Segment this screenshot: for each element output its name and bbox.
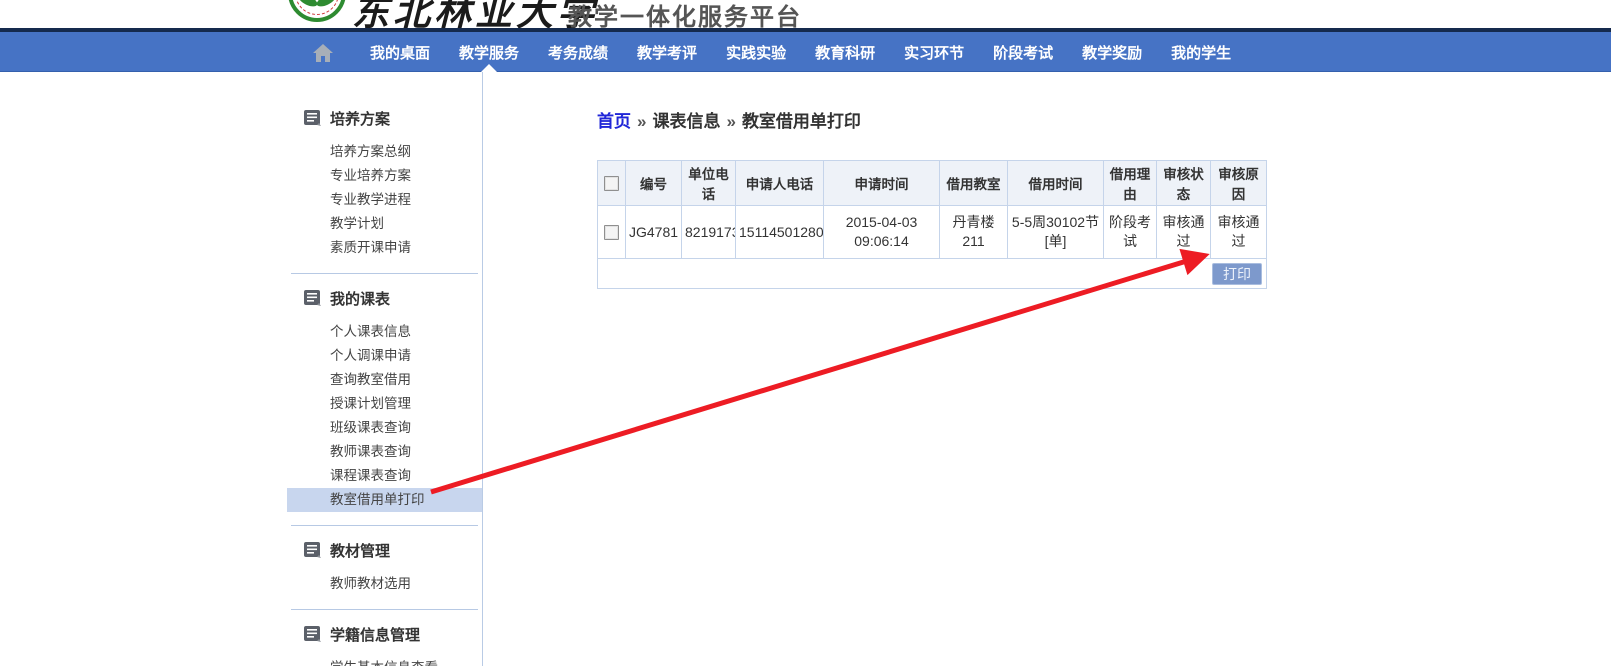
sidebar: 培养方案 培养方案总纲 专业培养方案 专业教学进程 教学计划 素质开课申请 我的…: [287, 72, 482, 666]
sidebar-item-training-plan-outline[interactable]: 培养方案总纲: [287, 140, 482, 164]
sidebar-item-quality-course-application[interactable]: 素质开课申请: [287, 236, 482, 260]
notes-icon: [304, 542, 321, 558]
cell-reason: 阶段考 试: [1104, 206, 1157, 259]
nav-item-my-students[interactable]: 我的学生: [1171, 42, 1231, 63]
row-checkbox[interactable]: [604, 225, 619, 240]
sidebar-section-title: 我的课表: [330, 288, 390, 309]
col-header-apply-time: 申请时间: [824, 161, 940, 206]
home-icon[interactable]: [311, 41, 335, 65]
sidebar-item-class-timetable-query[interactable]: 班级课表查询: [287, 416, 482, 440]
table-footer-cell: 打印: [598, 259, 1267, 289]
nav-item-education-research[interactable]: 教育科研: [815, 42, 875, 63]
col-header-applicant-phone: 申请人电话: [736, 161, 824, 206]
cell-id: JG4781: [626, 206, 682, 259]
sidebar-item-teaching-plan[interactable]: 教学计划: [287, 212, 482, 236]
col-header-unit-phone: 单位电话: [682, 161, 736, 206]
nav-item-internship[interactable]: 实习环节: [904, 42, 964, 63]
cell-review-reason: 审核通 过: [1211, 206, 1267, 259]
breadcrumb-separator: »: [637, 112, 646, 131]
cell-status: 审核通 过: [1157, 206, 1211, 259]
cell-applicant-phone: 15114501280: [736, 206, 824, 259]
sidebar-section-textbook-management: 教材管理: [287, 538, 482, 562]
borrow-table: 编号 单位电话 申请人电话 申请时间 借用教室 借用时间 借用理由 审核状态 审…: [597, 160, 1267, 289]
breadcrumb: 首页 » 课表信息 » 教室借用单打印: [597, 107, 861, 132]
sidebar-item-course-timetable-query[interactable]: 课程课表查询: [287, 464, 482, 488]
cell-unit-phone: 82191736: [682, 206, 736, 259]
university-logo-icon: [288, 0, 346, 22]
row-select-cell: [598, 206, 626, 259]
main-nav: 我的桌面 教学服务 考务成绩 教学考评 实践实验 教育科研 实习环节 阶段考试 …: [0, 28, 1611, 72]
sidebar-section-my-timetable: 我的课表: [287, 286, 482, 310]
col-header-id: 编号: [626, 161, 682, 206]
sidebar-divider: [291, 273, 478, 274]
table-header-row: 编号 单位电话 申请人电话 申请时间 借用教室 借用时间 借用理由 审核状态 审…: [598, 161, 1267, 206]
breadcrumb-item-current: 教室借用单打印: [742, 112, 861, 131]
nav-item-my-desktop[interactable]: 我的桌面: [370, 42, 430, 63]
brand-header: 东北林业大学 教学一体化服务平台: [0, 0, 1611, 28]
nav-item-teaching-evaluation[interactable]: 教学考评: [637, 42, 697, 63]
col-header-status: 审核状态: [1157, 161, 1211, 206]
breadcrumb-separator: »: [726, 112, 735, 131]
sidebar-item-student-basic-info-view[interactable]: 学生基本信息查看: [287, 656, 482, 666]
col-header-room: 借用教室: [940, 161, 1008, 206]
notes-icon: [304, 626, 321, 642]
sidebar-right-border: [482, 72, 483, 666]
sidebar-item-query-classroom-borrow[interactable]: 查询教室借用: [287, 368, 482, 392]
cell-room: 丹青楼 211: [940, 206, 1008, 259]
sidebar-item-major-teaching-process[interactable]: 专业教学进程: [287, 188, 482, 212]
nav-active-indicator: [481, 64, 497, 72]
sidebar-item-major-training-plan[interactable]: 专业培养方案: [287, 164, 482, 188]
cell-borrow-time: 5-5周30102节 [单]: [1008, 206, 1104, 259]
col-header-reason: 借用理由: [1104, 161, 1157, 206]
col-header-review-reason: 审核原因: [1211, 161, 1267, 206]
notes-icon: [304, 110, 321, 126]
breadcrumb-item: 课表信息: [652, 112, 720, 131]
nav-item-stage-exams[interactable]: 阶段考试: [993, 42, 1053, 63]
nav-items: 我的桌面 教学服务 考务成绩 教学考评 实践实验 教育科研 实习环节 阶段考试 …: [370, 32, 1231, 72]
sidebar-divider: [291, 609, 478, 610]
breadcrumb-home-link[interactable]: 首页: [597, 112, 631, 131]
nav-item-practice-experiments[interactable]: 实践实验: [726, 42, 786, 63]
sidebar-section-title: 学籍信息管理: [330, 624, 420, 645]
col-header-borrow-time: 借用时间: [1008, 161, 1104, 206]
nav-item-exam-scores[interactable]: 考务成绩: [548, 42, 608, 63]
table-footer-row: 打印: [598, 259, 1267, 289]
nav-item-teaching-services[interactable]: 教学服务: [459, 42, 519, 63]
annotation-arrow: [0, 0, 1611, 666]
sidebar-item-personal-timetable-info[interactable]: 个人课表信息: [287, 320, 482, 344]
sidebar-divider: [291, 525, 478, 526]
sidebar-item-personal-course-adjustment[interactable]: 个人调课申请: [287, 344, 482, 368]
table-row: JG4781 82191736 15114501280 2015-04-03 0…: [598, 206, 1267, 259]
sidebar-section-title: 培养方案: [330, 108, 390, 129]
print-button[interactable]: 打印: [1212, 263, 1262, 285]
sidebar-section-title: 教材管理: [330, 540, 390, 561]
select-all-cell: [598, 161, 626, 206]
sidebar-item-teacher-textbook-selection[interactable]: 教师教材选用: [287, 572, 482, 596]
select-all-checkbox[interactable]: [604, 176, 619, 191]
notes-icon: [304, 290, 321, 306]
sidebar-item-teaching-plan-management[interactable]: 授课计划管理: [287, 392, 482, 416]
sidebar-section-training-plan: 培养方案: [287, 106, 482, 130]
sidebar-section-student-records: 学籍信息管理: [287, 622, 482, 646]
page: 东北林业大学 教学一体化服务平台 我的桌面 教学服务 考务成绩 教学考评 实践实…: [0, 0, 1611, 666]
sidebar-item-classroom-borrow-print[interactable]: 教室借用单打印: [287, 488, 482, 512]
sidebar-item-teacher-timetable-query[interactable]: 教师课表查询: [287, 440, 482, 464]
cell-apply-time: 2015-04-03 09:06:14: [824, 206, 940, 259]
nav-item-teaching-awards[interactable]: 教学奖励: [1082, 42, 1142, 63]
